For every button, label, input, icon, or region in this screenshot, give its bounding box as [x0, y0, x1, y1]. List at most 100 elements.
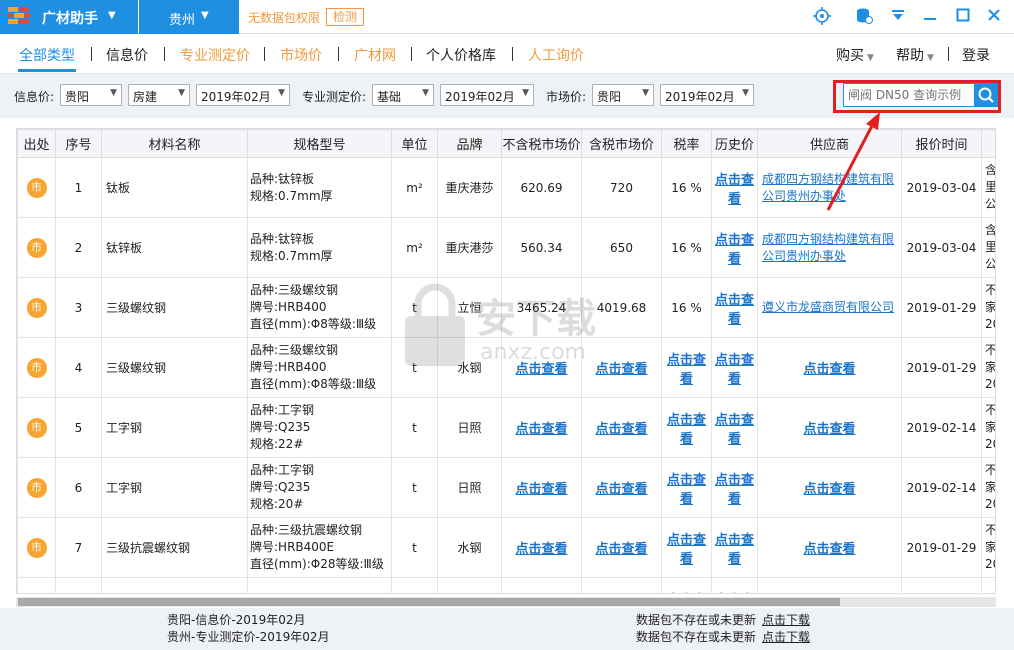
- column-header[interactable]: 报价时间: [901, 129, 982, 158]
- tax-link[interactable]: 点击查看: [667, 593, 706, 594]
- pro-type-select[interactable]: 基础 ▼: [372, 84, 434, 106]
- close-icon[interactable]: [984, 7, 1004, 27]
- column-header[interactable]: [981, 129, 995, 158]
- history-cell[interactable]: 点击查看: [711, 457, 758, 518]
- tax-link[interactable]: 点击查看: [667, 533, 706, 567]
- database-icon[interactable]: [854, 7, 874, 27]
- target-icon[interactable]: [812, 7, 832, 27]
- supplier-link[interactable]: 点击查看: [803, 422, 855, 437]
- price-in-cell[interactable]: 点击查看: [581, 517, 662, 578]
- supplier-cell[interactable]: 点击查看: [757, 517, 902, 578]
- tab-market-price[interactable]: 市场价: [280, 45, 322, 65]
- tax-link[interactable]: 点击查看: [667, 473, 706, 507]
- tax-cell[interactable]: 点击查看: [661, 337, 712, 398]
- market-date-select[interactable]: 2019年02月 ▼: [660, 84, 754, 106]
- city-selector[interactable]: 贵州 ▼: [139, 0, 239, 34]
- tab-gc-net[interactable]: 广材网: [354, 45, 396, 65]
- supplier-cell[interactable]: 遵义市龙盛商贸有限公司: [757, 277, 902, 338]
- maximize-icon[interactable]: [953, 7, 973, 27]
- column-header[interactable]: 供应商: [757, 129, 902, 158]
- table-row[interactable]: 市 3 三级螺纹钢 品种:三级螺纹钢 牌号:HRB400 直径(mm):Φ8等级:Ⅲ级 t 立…: [17, 277, 995, 338]
- supplier-link[interactable]: 成都四方钢结构建筑有限公司贵州办事处: [762, 172, 894, 203]
- supplier-cell[interactable]: 成都四方钢结构建筑有限公司贵州办事处: [757, 217, 902, 278]
- supplier-cell[interactable]: 点击查看: [757, 457, 902, 518]
- price-ex-cell[interactable]: 点击查看: [501, 517, 582, 578]
- column-header[interactable]: 品牌: [437, 129, 502, 158]
- app-menu[interactable]: 广材助手 ▼: [0, 0, 138, 34]
- price-ex-link[interactable]: 点击查看: [515, 542, 567, 557]
- price-ex-link[interactable]: 点击查看: [515, 362, 567, 377]
- horizontal-scrollbar[interactable]: [16, 597, 996, 607]
- price-in-link[interactable]: 点击查看: [595, 422, 647, 437]
- table-row[interactable]: 市 6 工字钢 品种:工字钢 牌号:Q235 规格:20# t 日照 点击查看 点击查看 点击查看点…: [17, 457, 995, 518]
- history-link[interactable]: 点击查看: [715, 293, 754, 327]
- history-cell[interactable]: 点击查看: [711, 277, 758, 338]
- supplier-cell[interactable]: 点击查看: [757, 397, 902, 458]
- table-row[interactable]: 市 5 工字钢 品种:工字钢 牌号:Q235 规格:22# t 日照 点击查看 点击查看 点击查看点…: [17, 397, 995, 458]
- minimize-icon[interactable]: [920, 7, 940, 27]
- history-cell[interactable]: 点击查看: [711, 517, 758, 578]
- price-in-cell[interactable]: 点击查看: [581, 457, 662, 518]
- tax-cell[interactable]: 点击查看: [661, 457, 712, 518]
- table-row[interactable]: 市 4 三级螺纹钢 品种:三级螺纹钢 牌号:HRB400 直径(mm):Φ8等级:Ⅲ级 t 水…: [17, 337, 995, 398]
- column-header[interactable]: 税率: [661, 129, 712, 158]
- download-link[interactable]: 点击下载: [762, 628, 810, 645]
- tax-cell[interactable]: 点击查看: [661, 577, 712, 594]
- tab-all-types[interactable]: 全部类型: [19, 45, 75, 65]
- history-cell[interactable]: 点击查看: [711, 157, 758, 218]
- supplier-link[interactable]: 点击查看: [803, 542, 855, 557]
- info-category-select[interactable]: 房建 ▼: [128, 84, 190, 106]
- history-link[interactable]: 点击查看: [715, 413, 754, 447]
- column-header[interactable]: 出处: [17, 129, 56, 158]
- price-ex-cell[interactable]: 点击查看: [501, 397, 582, 458]
- history-link[interactable]: 点击查看: [715, 473, 754, 507]
- history-link[interactable]: 点击查看: [715, 533, 754, 567]
- price-in-cell[interactable]: 点击查看: [581, 397, 662, 458]
- history-link[interactable]: 点击查看: [715, 593, 754, 594]
- supplier-cell[interactable]: [757, 577, 902, 593]
- price-in-link[interactable]: 点击查看: [595, 362, 647, 377]
- download-link[interactable]: 点击下载: [762, 611, 810, 628]
- history-link[interactable]: 点击查看: [715, 233, 754, 267]
- tax-link[interactable]: 点击查看: [667, 353, 706, 387]
- tax-cell[interactable]: 点击查看: [661, 517, 712, 578]
- column-header[interactable]: 序号: [55, 129, 102, 158]
- tab-info-price[interactable]: 信息价: [106, 45, 148, 65]
- market-city-select[interactable]: 贵阳 ▼: [592, 84, 654, 106]
- detect-button[interactable]: 检测: [326, 8, 365, 26]
- price-ex-cell[interactable]: 点击查看: [501, 457, 582, 518]
- history-cell[interactable]: 点击查看: [711, 337, 758, 398]
- supplier-link[interactable]: 遵义市龙盛商贸有限公司: [762, 300, 894, 314]
- tab-personal-library[interactable]: 个人价格库: [426, 45, 496, 65]
- column-header[interactable]: 单位: [391, 129, 438, 158]
- price-in-cell[interactable]: 点击查看: [581, 337, 662, 398]
- supplier-link[interactable]: 成都四方钢结构建筑有限公司贵州办事处: [762, 232, 894, 263]
- price-ex-cell[interactable]: 点击查看: [501, 337, 582, 398]
- dropdown-menu-icon[interactable]: [888, 7, 908, 27]
- price-in-link[interactable]: 点击查看: [595, 482, 647, 497]
- history-cell[interactable]: 点击查看: [711, 397, 758, 458]
- table-row[interactable]: 市 1 钛板 品种:钛锌板 规格:0.7mm厚 m² 重庆港莎 620.69 720 16 % 点击…: [17, 157, 995, 218]
- tax-cell[interactable]: 点击查看: [661, 397, 712, 458]
- history-link[interactable]: 点击查看: [715, 353, 754, 387]
- history-link[interactable]: 点击查看: [715, 173, 754, 207]
- column-header[interactable]: 历史价: [711, 129, 758, 158]
- column-header[interactable]: 不含税市场价: [501, 129, 582, 158]
- history-cell[interactable]: 点击查看: [711, 577, 758, 594]
- table-row[interactable]: 市 2 钛锌板 品种:钛锌板 规格:0.7mm厚 m² 重庆港莎 560.34 650 16 % 点…: [17, 217, 995, 278]
- supplier-cell[interactable]: 点击查看: [757, 337, 902, 398]
- column-header[interactable]: 含税市场价: [581, 129, 662, 158]
- price-in-link[interactable]: 点击查看: [595, 542, 647, 557]
- scrollbar-thumb[interactable]: [18, 598, 840, 606]
- supplier-cell[interactable]: 成都四方钢结构建筑有限公司贵州办事处: [757, 157, 902, 218]
- supplier-link[interactable]: 点击查看: [803, 362, 855, 377]
- tab-manual-inquiry[interactable]: 人工询价: [528, 45, 584, 65]
- table-row[interactable]: 市 7 三级抗震螺纹钢 品种:三级抗震螺纹钢 牌号:HRB400E 直径(mm):Φ28等…: [17, 517, 995, 578]
- pro-date-select[interactable]: 2019年02月 ▼: [440, 84, 534, 106]
- info-date-select[interactable]: 2019年02月 ▼: [196, 84, 290, 106]
- login-button[interactable]: 登录: [962, 45, 990, 65]
- tax-link[interactable]: 点击查看: [667, 413, 706, 447]
- table-row[interactable]: 品种:三级抗震螺纹钢点击查看 点击查看 不: [17, 577, 995, 594]
- price-ex-link[interactable]: 点击查看: [515, 482, 567, 497]
- history-cell[interactable]: 点击查看: [711, 217, 758, 278]
